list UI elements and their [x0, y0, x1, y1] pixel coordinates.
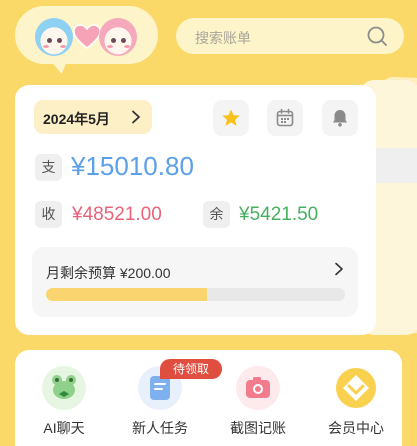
heart-icon	[73, 24, 101, 49]
monthly-summary-card: 2024年5月 支 ¥15010.80 收 ¥48521.00 余 ¥5421.…	[15, 85, 376, 335]
income-amount: ¥48521.00	[72, 204, 162, 225]
balance-tag: 余	[203, 201, 230, 228]
couple-avatar-bubble[interactable]	[15, 6, 158, 64]
budget-progress-fill	[46, 288, 208, 301]
month-selector[interactable]: 2024年5月	[34, 100, 152, 134]
vip-center-button[interactable]: 会员中心	[315, 366, 397, 446]
notification-button[interactable]	[322, 100, 358, 136]
star-icon	[222, 109, 240, 126]
screenshot-record-button[interactable]: 截图记账	[217, 366, 299, 446]
search-input[interactable]: 搜索账单	[176, 18, 404, 54]
expense-tag: 支	[35, 154, 62, 181]
budget-label: 月剩余预算 ¥200.00	[46, 265, 171, 281]
budget-progress-bar	[46, 288, 345, 301]
chevron-right-icon	[132, 110, 140, 124]
diamond-vip-icon	[334, 366, 378, 410]
bubble-tail	[48, 58, 72, 74]
vip-center-label: 会员中心	[328, 420, 384, 436]
unclaimed-badge: 待领取	[160, 359, 222, 379]
income-tag: 收	[35, 201, 62, 228]
bell-icon	[333, 110, 347, 127]
quick-actions-panel: AI聊天 新人任务 待领取 截图记账 会员中心	[15, 350, 402, 446]
favorite-button[interactable]	[213, 100, 249, 136]
month-label: 2024年5月	[43, 111, 110, 127]
calendar-button[interactable]	[267, 100, 303, 136]
girl-avatar	[99, 18, 137, 56]
newbie-task-label: 新人任务	[132, 420, 188, 436]
frog-chat-icon	[42, 366, 86, 410]
balance-amount: ¥5421.50	[239, 204, 319, 225]
screenshot-record-label: 截图记账	[230, 420, 286, 436]
ai-chat-label: AI聊天	[43, 420, 85, 436]
camera-icon	[236, 366, 280, 410]
expense-amount: ¥15010.80	[71, 151, 194, 181]
calendar-icon	[276, 108, 294, 127]
search-placeholder: 搜索账单	[195, 30, 251, 46]
ai-chat-button[interactable]: AI聊天	[23, 366, 105, 446]
chevron-right-icon	[335, 262, 343, 276]
budget-panel[interactable]: 月剩余预算 ¥200.00	[32, 247, 358, 317]
search-icon[interactable]	[366, 25, 388, 47]
boy-avatar	[35, 18, 73, 56]
